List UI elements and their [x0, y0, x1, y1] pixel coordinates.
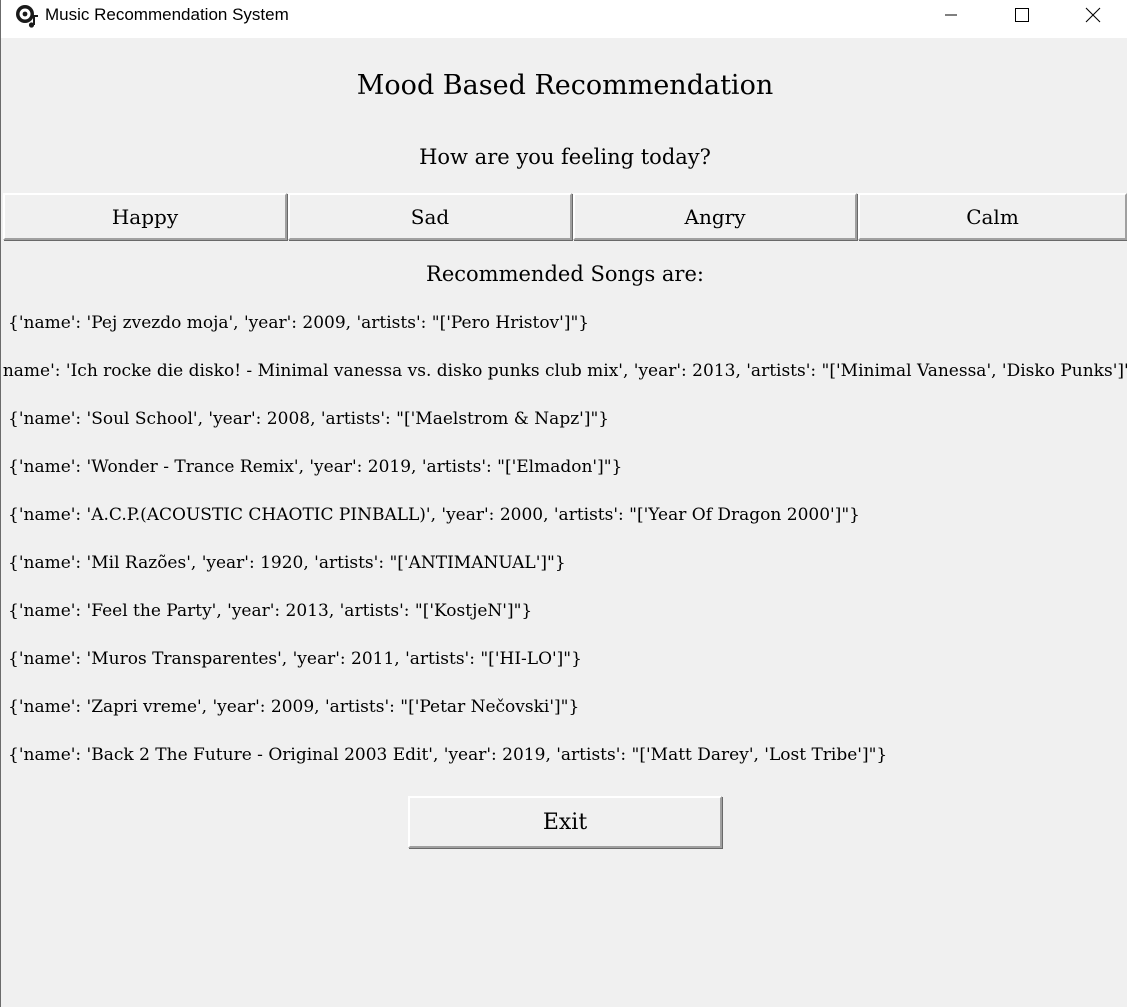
calm-button[interactable]: Calm [858, 193, 1127, 240]
song-item: {'name': 'Soul School', 'year': 2008, 'a… [8, 409, 610, 429]
song-item: {'name': 'Wonder - Trance Remix', 'year'… [8, 457, 623, 477]
close-icon [1085, 7, 1101, 23]
song-item: {'name': 'Pej zvezdo moja', 'year': 2009… [8, 313, 590, 333]
title-bar[interactable]: Music Recommendation System [1, 0, 1127, 38]
song-item: {'name': 'Zapri vreme', 'year': 2009, 'a… [8, 697, 580, 717]
mood-prompt: How are you feeling today? [419, 145, 711, 169]
song-item: {'name': 'Ich rocke die disko! - Minimal… [2, 361, 1127, 381]
maximize-icon [1015, 8, 1029, 22]
recommended-heading: Recommended Songs are: [426, 262, 704, 286]
close-button[interactable] [1058, 0, 1127, 30]
happy-button[interactable]: Happy [3, 193, 287, 240]
app-window: Music Recommendation System Mood Based R… [0, 0, 1127, 1007]
maximize-button[interactable] [987, 0, 1057, 30]
minimize-icon [945, 14, 957, 16]
window-title: Music Recommendation System [45, 5, 289, 24]
exit-button[interactable]: Exit [408, 796, 722, 848]
page-title: Mood Based Recommendation [356, 70, 774, 101]
song-list: {'name': 'Pej zvezdo moja', 'year': 2009… [2, 308, 1127, 778]
mood-button-row: Happy Sad Angry Calm [3, 193, 1127, 240]
sad-button[interactable]: Sad [288, 193, 572, 240]
song-item: {'name': 'Feel the Party', 'year': 2013,… [8, 601, 533, 621]
music-disc-icon [16, 5, 38, 28]
song-item: {'name': 'Muros Transparentes', 'year': … [8, 649, 582, 669]
song-item: {'name': 'A.C.P.(ACOUSTIC CHAOTIC PINBAL… [8, 505, 860, 525]
client-area: Mood Based Recommendation How are you fe… [2, 38, 1127, 1007]
minimize-button[interactable] [916, 0, 986, 30]
song-item: {'name': 'Back 2 The Future - Original 2… [8, 745, 888, 765]
song-item: {'name': 'Mil Razões', 'year': 1920, 'ar… [8, 553, 566, 573]
angry-button[interactable]: Angry [573, 193, 857, 240]
